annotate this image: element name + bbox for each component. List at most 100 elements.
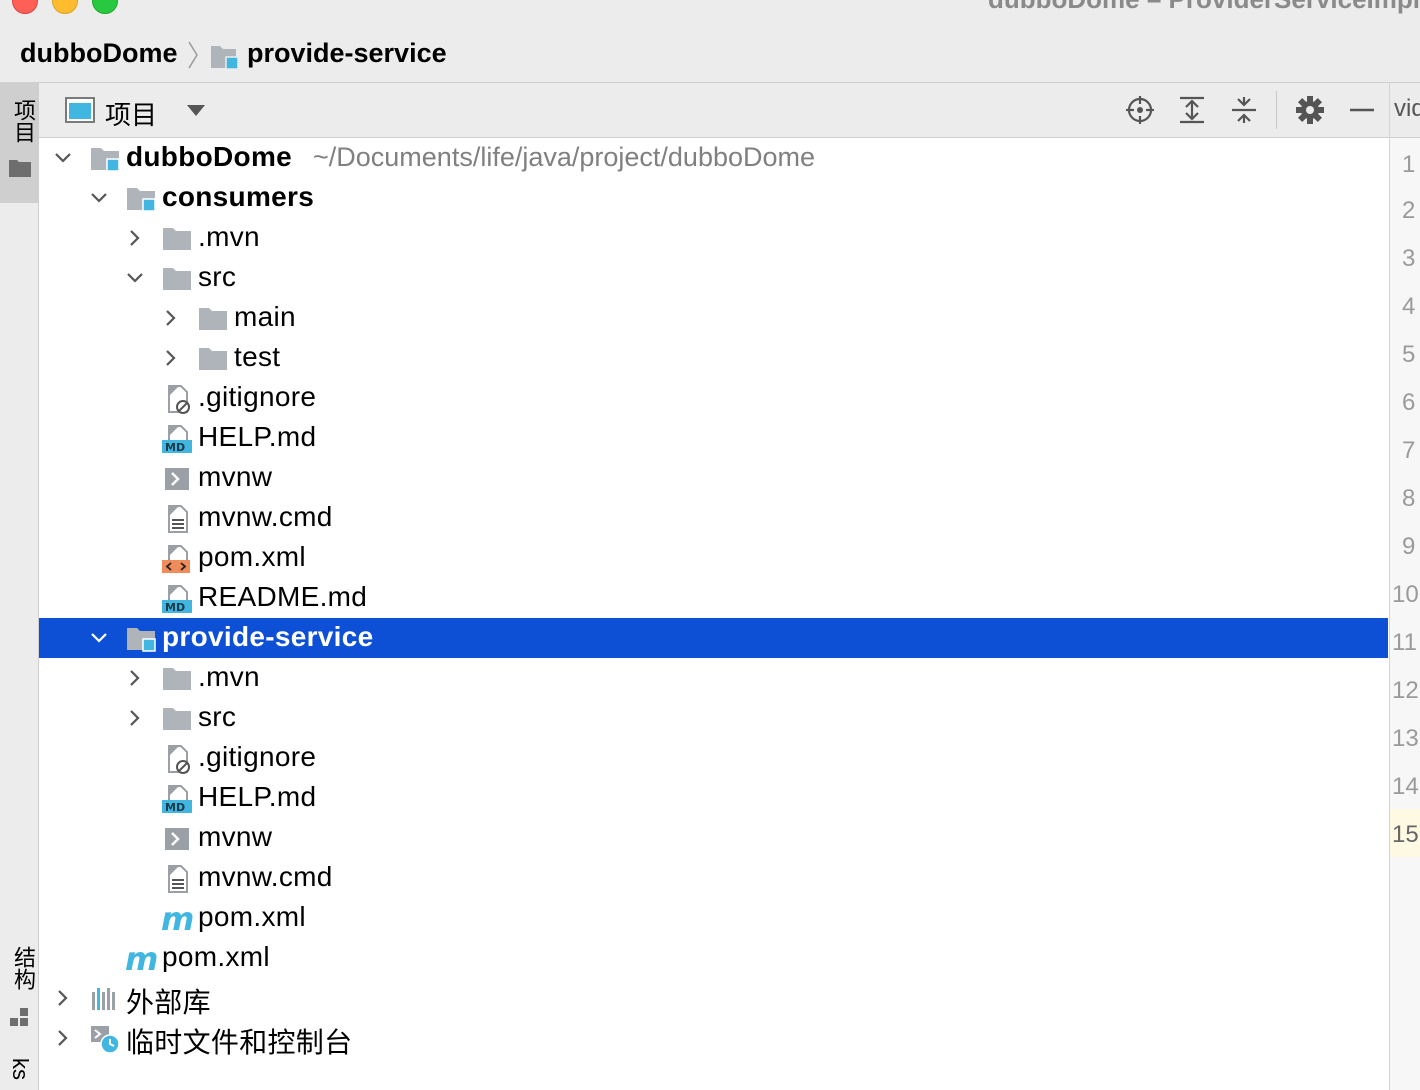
shell-script-icon [161, 824, 193, 854]
tree-node-consumers-test[interactable]: test [39, 338, 1388, 378]
breadcrumb-separator-icon [188, 41, 198, 69]
shell-script-icon [161, 464, 193, 494]
line-number: 6 [1402, 389, 1416, 416]
tree-node-consumers-mvnw[interactable]: mvnw [39, 458, 1388, 498]
minimize-icon[interactable] [1347, 95, 1377, 125]
xml-file-icon [161, 544, 193, 574]
tree-node-label: consumers [162, 181, 315, 212]
chevron-down-icon[interactable] [187, 105, 205, 117]
locate-icon[interactable] [1125, 95, 1155, 125]
tree-node-root-project[interactable]: dubboDome ~/Documents/life/java/project/… [39, 138, 1388, 178]
folder-icon [161, 704, 193, 734]
window-titlebar: dubboDome – ProviderServiceImpl [0, 0, 1420, 16]
tree-node-provide-help[interactable]: HELP.md [39, 778, 1388, 818]
editor-tab-label: vid [1394, 95, 1420, 122]
editor-gutter: vid 1 2 3 4 5 6 7 8 9 10 11 12 13 14 15 [1389, 83, 1420, 1090]
bookmarks-tool-tab[interactable]: ks [0, 1058, 38, 1090]
project-tool-tab[interactable]: 项目 [0, 83, 38, 203]
chevron-right-icon[interactable] [125, 228, 145, 248]
module-folder-icon [211, 46, 239, 70]
breadcrumb-project[interactable]: dubboDome [20, 38, 177, 69]
tree-node-consumers[interactable]: consumers [39, 178, 1388, 218]
chevron-down-icon[interactable] [125, 268, 145, 288]
chevron-down-icon[interactable] [89, 628, 109, 648]
tree-node-label: dubboDome [126, 141, 293, 172]
tree-node-scratches[interactable]: 临时文件和控制台 [39, 1018, 1388, 1058]
structure-tool-tab-label: 结构 [11, 946, 36, 990]
line-number: 14 [1392, 773, 1419, 800]
tree-node-label: provide-service [162, 621, 374, 652]
structure-tool-tab[interactable]: 结构 [0, 938, 38, 1038]
project-view-icon [65, 97, 95, 123]
maven-icon [125, 944, 157, 974]
window-title: dubboDome – ProviderServiceImpl [988, 0, 1420, 15]
chevron-right-icon[interactable] [161, 348, 181, 368]
gear-icon[interactable] [1295, 95, 1325, 125]
tree-node-root-pom[interactable]: pom.xml [39, 938, 1388, 978]
line-number: 2 [1402, 197, 1416, 224]
folder-icon [161, 224, 193, 254]
tree-node-consumers-pom[interactable]: pom.xml [39, 538, 1388, 578]
tree-node-label: pom.xml [198, 541, 306, 572]
collapse-all-icon[interactable] [1229, 95, 1259, 125]
gitignore-file-icon [161, 744, 193, 774]
tree-node-provide-service[interactable]: provide-service [39, 618, 1388, 658]
line-number: 5 [1402, 341, 1416, 368]
project-panel-header: 项目 [39, 83, 1389, 138]
close-window-button[interactable] [12, 0, 38, 14]
chevron-right-icon[interactable] [53, 988, 73, 1008]
zoom-window-button[interactable] [92, 0, 118, 14]
tree-node-label: 外部库 [126, 987, 211, 1018]
gitignore-file-icon [161, 384, 193, 414]
minimize-window-button[interactable] [52, 0, 78, 14]
tree-node-label: main [234, 301, 296, 332]
tree-node-label: HELP.md [198, 421, 317, 452]
project-tool-tab-label: 项目 [11, 99, 36, 143]
editor-tab[interactable]: vid [1390, 83, 1420, 138]
tree-node-consumers-src[interactable]: src [39, 258, 1388, 298]
tree-node-label: README.md [198, 581, 368, 612]
chevron-right-icon[interactable] [161, 308, 181, 328]
chevron-down-icon[interactable] [89, 188, 109, 208]
tree-node-provide-mvnw-cmd[interactable]: mvnw.cmd [39, 858, 1388, 898]
chevron-down-icon[interactable] [53, 148, 73, 168]
tree-node-label: mvnw.cmd [198, 501, 333, 532]
expand-all-icon[interactable] [1177, 95, 1207, 125]
tree-node-consumers-gitignore[interactable]: .gitignore [39, 378, 1388, 418]
markdown-file-icon [161, 584, 193, 614]
project-view-title[interactable]: 项目 [105, 95, 157, 132]
breadcrumb-module[interactable]: provide-service [247, 38, 447, 69]
left-tool-strip: 项目 结构 ks [0, 83, 39, 1090]
maven-icon [161, 904, 193, 934]
tree-node-label: pom.xml [162, 941, 270, 972]
markdown-file-icon [161, 784, 193, 814]
chevron-right-icon[interactable] [125, 708, 145, 728]
tree-node-external-libraries[interactable]: 外部库 [39, 978, 1388, 1018]
line-number: 4 [1402, 293, 1416, 320]
tree-node-provide-mvn[interactable]: .mvn [39, 658, 1388, 698]
tree-node-provide-mvnw[interactable]: mvnw [39, 818, 1388, 858]
chevron-right-icon[interactable] [53, 1028, 73, 1048]
line-number: 3 [1402, 245, 1416, 272]
project-tree: dubboDome ~/Documents/life/java/project/… [39, 138, 1389, 1090]
tree-node-consumers-mvn[interactable]: .mvn [39, 218, 1388, 258]
tree-node-provide-pom[interactable]: pom.xml [39, 898, 1388, 938]
tree-node-provide-gitignore[interactable]: .gitignore [39, 738, 1388, 778]
chevron-right-icon[interactable] [125, 668, 145, 688]
line-number: 10 [1392, 581, 1419, 608]
tree-node-consumers-mvnw-cmd[interactable]: mvnw.cmd [39, 498, 1388, 538]
line-number: 1 [1402, 151, 1416, 178]
tree-node-label: .gitignore [198, 381, 317, 412]
tree-node-consumers-help[interactable]: HELP.md [39, 418, 1388, 458]
line-number-current: 15 [1392, 821, 1419, 848]
tree-node-provide-src[interactable]: src [39, 698, 1388, 738]
line-number: 11 [1392, 629, 1417, 656]
module-folder-icon [125, 184, 157, 214]
tree-node-label: 临时文件和控制台 [126, 1027, 353, 1058]
tree-node-label: .mvn [198, 661, 260, 692]
text-file-icon [161, 864, 193, 894]
module-folder-icon [89, 144, 121, 174]
toolbar-divider [1276, 91, 1277, 129]
tree-node-consumers-main[interactable]: main [39, 298, 1388, 338]
tree-node-consumers-readme[interactable]: README.md [39, 578, 1388, 618]
